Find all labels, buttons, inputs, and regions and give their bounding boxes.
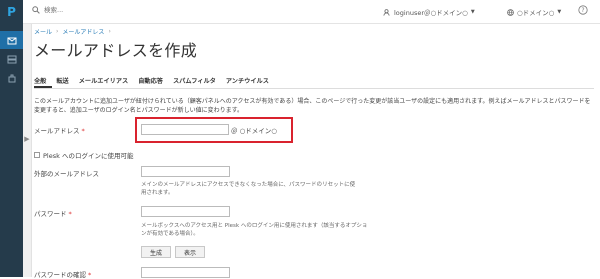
search-icon xyxy=(32,6,40,14)
breadcrumb: メール › メールアドレス › xyxy=(34,27,115,36)
email-label-text: メールアドレス xyxy=(34,127,80,135)
tab-forwarding[interactable]: 転送 xyxy=(56,74,74,87)
password-label-text: パスワード xyxy=(34,210,67,218)
confirm-password-label: パスワードの確認 * xyxy=(34,269,91,279)
breadcrumb-item-mail[interactable]: メール xyxy=(34,27,52,36)
chevron-down-icon: ▼ xyxy=(557,9,562,15)
expand-panel-chevron-icon[interactable]: ▶ xyxy=(23,126,31,152)
tab-general[interactable]: 全般 xyxy=(34,74,53,88)
required-marker: * xyxy=(88,271,92,279)
external-email-field[interactable] xyxy=(141,166,230,177)
help-icon[interactable]: ? xyxy=(578,5,588,17)
tab-bar: 全般 転送 メールエイリアス 自動応答 スパムフィルタ アンチウイルス xyxy=(34,74,594,89)
plesk-logo[interactable]: P xyxy=(0,0,23,23)
extensions-nav-icon[interactable] xyxy=(0,69,23,87)
plesk-login-label: Plesk へのログインに使用可能 xyxy=(43,152,134,160)
email-field[interactable] xyxy=(141,124,229,135)
tab-antivirus[interactable]: アンチウイルス xyxy=(226,74,275,87)
mail-nav-icon[interactable] xyxy=(0,31,23,49)
user-icon xyxy=(383,8,390,16)
plesk-login-checkbox[interactable] xyxy=(34,152,40,158)
confirm-password-label-text: パスワードの確認 xyxy=(34,271,86,279)
generate-password-button[interactable]: 生成 xyxy=(141,246,171,258)
breadcrumb-separator-icon: › xyxy=(108,28,111,35)
required-marker: * xyxy=(68,210,72,218)
nav-rail: P xyxy=(0,0,23,277)
tab-auto-reply[interactable]: 自動応答 xyxy=(138,74,169,87)
top-bar: loginuser＠○ドメイン○ ▼ ○ドメイン○ ▼ ? xyxy=(23,0,600,24)
globe-icon xyxy=(507,8,514,16)
search-box xyxy=(32,6,164,14)
domain-name: ○ドメイン○ xyxy=(517,9,555,17)
password-label: パスワード * xyxy=(34,208,72,218)
email-label: メールアドレス * xyxy=(34,125,85,135)
required-marker: * xyxy=(81,127,85,135)
user-menu[interactable]: loginuser＠○ドメイン○ ▼ xyxy=(383,7,475,17)
svg-text:?: ? xyxy=(581,7,584,14)
user-name: loginuser＠○ドメイン○ xyxy=(394,9,468,17)
breadcrumb-item-email-addresses[interactable]: メールアドレス xyxy=(62,27,104,36)
domain-menu[interactable]: ○ドメイン○ ▼ xyxy=(507,7,561,17)
tab-spam-filter[interactable]: スパムフィルタ xyxy=(173,74,222,87)
plesk-login-row[interactable]: Plesk へのログインに使用可能 xyxy=(34,150,133,160)
tab-mail-aliases[interactable]: メールエイリアス xyxy=(79,74,135,87)
password-hint: メールボックスへのアクセス用と Plesk へのログイン用に使用されます（該当す… xyxy=(141,223,368,237)
confirm-password-field[interactable] xyxy=(141,267,230,278)
password-field[interactable] xyxy=(141,206,230,217)
chevron-down-icon: ▼ xyxy=(470,9,475,15)
main-content: メール › メールアドレス › メールアドレスを作成 全般 転送 メールエイリア… xyxy=(34,23,600,279)
page-title: メールアドレスを作成 xyxy=(34,41,198,60)
external-email-hint: メインのメールアドレスにアクセスできなくなった場合に、パスワードのリセットに使用… xyxy=(141,182,356,196)
info-description: このメールアカウントに追加ユーザが紐付けられている（顧客パネルへのアクセスが有効… xyxy=(34,98,591,114)
external-email-label: 外部のメールアドレス xyxy=(34,170,99,178)
breadcrumb-separator-icon: › xyxy=(56,28,59,35)
server-nav-icon[interactable] xyxy=(0,50,23,68)
show-password-button[interactable]: 表示 xyxy=(175,246,205,258)
email-domain-suffix: ＠ ○ドメイン○ xyxy=(231,127,277,135)
search-input[interactable] xyxy=(44,6,164,14)
